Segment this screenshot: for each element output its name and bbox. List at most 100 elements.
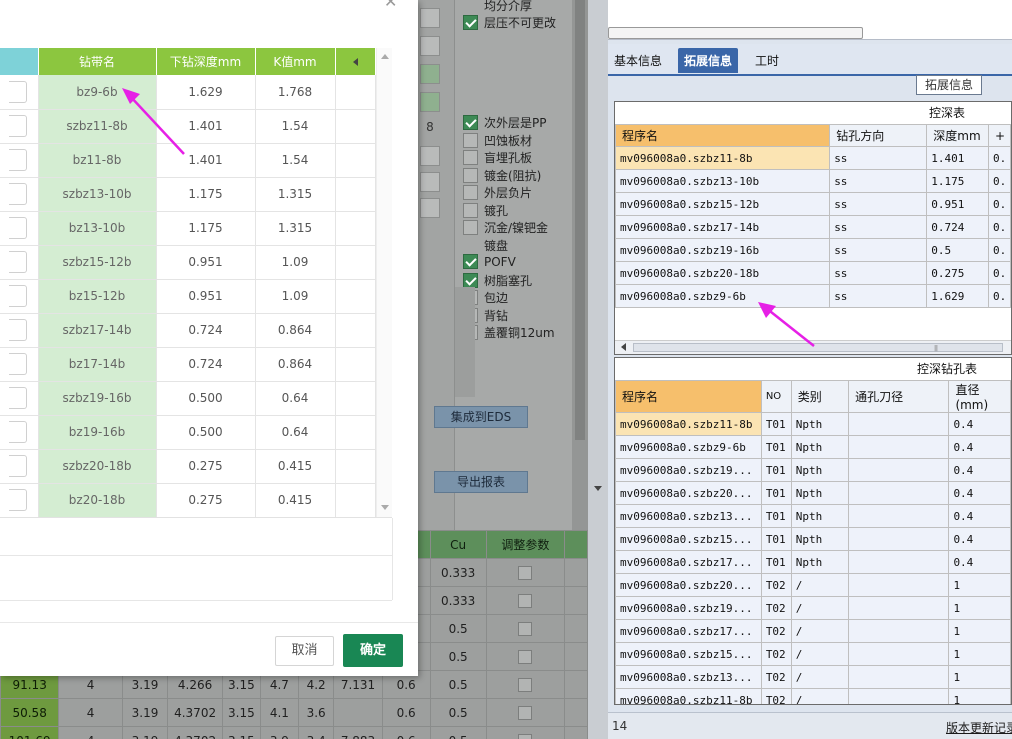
table-row[interactable]: bz15-12b 0.951 1.09 (0, 279, 376, 314)
checkbox-box[interactable] (463, 254, 478, 269)
adjust-checkbox[interactable] (518, 621, 533, 636)
integrate-eds-button[interactable]: 集成到EDS (434, 406, 528, 428)
adjust-checkbox-cell[interactable] (485, 698, 566, 727)
row-checkbox[interactable] (9, 217, 28, 239)
checkbox-box[interactable] (463, 167, 478, 183)
checkbox-box[interactable] (463, 220, 478, 235)
table-row[interactable]: szbz11-8b 1.401 1.54 (0, 109, 376, 144)
table-row[interactable]: mv096008a0.szbz20... T02/ 1 (615, 573, 1011, 597)
row-select-cell[interactable] (0, 415, 39, 450)
scroll-down-icon[interactable] (381, 505, 389, 510)
table-row[interactable]: mv096008a0.szbz11-8b T01 Npth 0.4 (615, 412, 1011, 436)
background-field[interactable] (420, 36, 440, 56)
table-row[interactable]: szbz20-18b 0.275 0.415 (0, 449, 376, 484)
table-row[interactable]: mv096008a0.szbz19-16b ss 0.5 0. (615, 238, 1011, 262)
scroll-thumb[interactable]: ||| (633, 343, 1003, 352)
row-checkbox[interactable] (9, 183, 28, 205)
table-row[interactable]: mv096008a0.szbz17... T01 Npth 0.4 (615, 550, 1011, 574)
checkbox-box[interactable] (463, 132, 478, 148)
option-checkbox[interactable]: 镀盘 (463, 237, 508, 254)
horizontal-scrollbar[interactable]: ||| (615, 340, 1011, 354)
tab-work-hours[interactable]: 工时 (755, 52, 779, 69)
table-row[interactable]: mv096008a0.szbz19... T02/ 1 (615, 596, 1011, 620)
top-scrollbar[interactable] (608, 27, 863, 39)
background-field[interactable] (420, 92, 440, 112)
row-checkbox[interactable] (9, 353, 28, 375)
table-row[interactable]: mv096008a0.szbz15-12b ss 0.951 0. (615, 192, 1011, 216)
checkbox-box[interactable] (463, 272, 478, 288)
table-row[interactable]: mv096008a0.szbz17-14b ss 0.724 0. (615, 215, 1011, 239)
scroll-up-icon[interactable] (381, 54, 389, 59)
adjust-checkbox-cell[interactable] (485, 726, 566, 739)
scroll-thumb[interactable] (575, 0, 585, 440)
adjust-checkbox-cell[interactable] (485, 670, 566, 699)
row-select-cell[interactable] (0, 313, 39, 348)
option-checkbox[interactable]: 层压不可更改 (463, 14, 556, 31)
row-checkbox[interactable] (9, 285, 28, 307)
table-row[interactable]: szbz19-16b 0.500 0.64 (0, 381, 376, 416)
table-row[interactable]: mv096008a0.szbz15... T01 Npth 0.4 (615, 527, 1011, 551)
background-field[interactable] (420, 198, 440, 218)
adjust-checkbox[interactable] (518, 677, 533, 692)
triangle-left-icon[interactable] (352, 58, 358, 66)
table-row[interactable]: bz11-8b 1.401 1.54 (0, 143, 376, 178)
table-row[interactable]: mv096008a0.szbz15... T02/ 1 (615, 642, 1011, 666)
background-field[interactable] (420, 64, 440, 84)
table-row[interactable]: mv096008a0.szbz20-18b ss 0.275 0. (615, 261, 1011, 285)
table-row[interactable]: mv096008a0.szbz9-6b T01 Npth 0.4 (615, 435, 1011, 459)
cancel-button[interactable]: 取消 (275, 636, 334, 666)
row-checkbox[interactable] (9, 319, 28, 341)
table-row[interactable]: szbz13-10b 1.175 1.315 (0, 177, 376, 212)
table-row[interactable]: mv096008a0.szbz13-10b ss 1.175 0. (615, 169, 1011, 193)
row-select-cell[interactable] (0, 109, 39, 144)
row-select-cell[interactable] (0, 211, 39, 246)
table-row[interactable]: mv096008a0.szbz19... T01 Npth 0.4 (615, 458, 1011, 482)
background-field[interactable] (420, 172, 440, 192)
adjust-checkbox-cell[interactable] (485, 614, 566, 643)
background-field[interactable] (420, 146, 440, 166)
option-checkbox[interactable]: 盲埋孔板 (463, 149, 532, 166)
confirm-button[interactable]: 确定 (343, 634, 403, 667)
tab-basic-info[interactable]: 基本信息 (614, 52, 662, 69)
table-row[interactable]: szbz17-14b 0.724 0.864 (0, 313, 376, 348)
row-checkbox[interactable] (9, 489, 28, 511)
scroll-left-icon[interactable] (621, 343, 626, 351)
table-row[interactable]: mv096008a0.szbz11-8b ss 1.401 0. (615, 146, 1011, 170)
option-checkbox[interactable]: POFV (463, 254, 516, 269)
option-checkbox[interactable]: 凹蚀板材 (463, 132, 532, 149)
table-row[interactable]: szbz15-12b 0.951 1.09 (0, 245, 376, 280)
table-row[interactable]: mv096008a0.szbz11-8b T02/ 1 (615, 688, 1011, 704)
row-select-cell[interactable] (0, 75, 39, 110)
option-checkbox[interactable]: 盖覆铜12um (463, 324, 555, 341)
row-checkbox[interactable] (9, 115, 28, 137)
row-select-cell[interactable] (0, 449, 39, 484)
adjust-checkbox-cell[interactable] (485, 558, 566, 587)
row-select-cell[interactable] (0, 279, 39, 314)
adjust-checkbox[interactable] (518, 705, 533, 720)
row-select-cell[interactable] (0, 381, 39, 416)
background-list-scroll[interactable] (455, 287, 475, 397)
table-row[interactable]: bz17-14b 0.724 0.864 (0, 347, 376, 382)
checkbox-box[interactable] (463, 115, 478, 130)
table-row[interactable]: mv096008a0.szbz13... T01 Npth 0.4 (615, 504, 1011, 528)
grid-scrollbar[interactable] (376, 48, 392, 517)
checkbox-box[interactable] (463, 202, 478, 218)
checkbox-box[interactable] (463, 15, 478, 30)
tab-extended-info[interactable]: 拓展信息 (678, 48, 739, 73)
adjust-checkbox-cell[interactable] (485, 586, 566, 615)
window-split-divider[interactable] (588, 0, 608, 739)
grid-header-nav[interactable] (335, 48, 376, 75)
row-checkbox[interactable] (9, 149, 28, 171)
chevron-down-icon[interactable] (594, 486, 602, 491)
row-select-cell[interactable] (0, 483, 39, 517)
checkbox-box[interactable] (463, 150, 478, 165)
row-select-cell[interactable] (0, 245, 39, 280)
close-icon[interactable]: ✕ (384, 0, 397, 11)
row-checkbox[interactable] (9, 251, 28, 273)
table-row[interactable]: bz9-6b 1.629 1.768 (0, 75, 376, 110)
table-row[interactable]: mv096008a0.szbz20... T01 Npth 0.4 (615, 481, 1011, 505)
adjust-checkbox[interactable] (518, 733, 533, 739)
adjust-checkbox[interactable] (518, 565, 533, 580)
row-checkbox[interactable] (9, 387, 28, 409)
background-scrollbar[interactable] (572, 0, 588, 530)
